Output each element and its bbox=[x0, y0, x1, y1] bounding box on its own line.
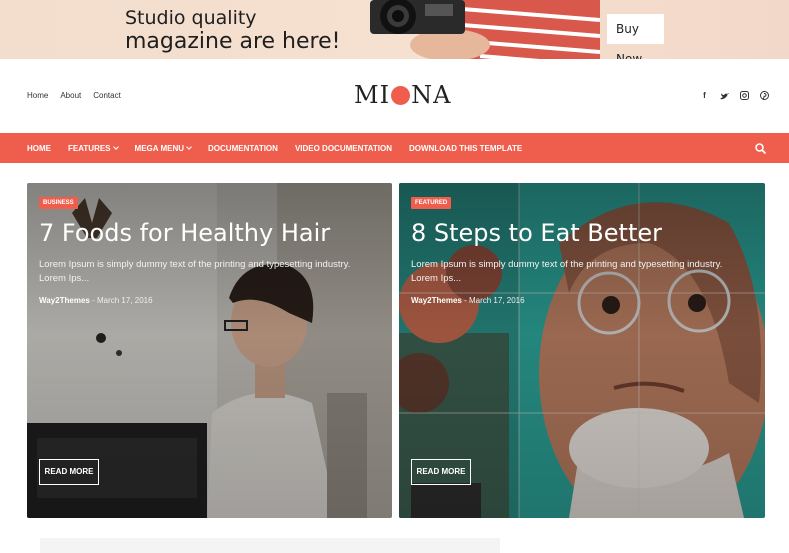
banner-camera-photo bbox=[370, 0, 601, 59]
banner-headline: Studio quality magazine are here! bbox=[125, 6, 340, 54]
main-nav: HOME FEATURES MEGA MENU DOCUMENTATION VI… bbox=[0, 133, 789, 163]
post-excerpt: Lorem Ipsum is simply dummy text of the … bbox=[411, 259, 723, 284]
site-header: Home About Contact MI NA f bbox=[0, 59, 789, 133]
post-title[interactable]: 7 Foods for Healthy Hair bbox=[39, 219, 330, 247]
chevron-down-icon bbox=[186, 143, 192, 150]
nav-item-features[interactable]: FEATURES bbox=[68, 143, 119, 153]
nav-label: DOCUMENTATION bbox=[208, 143, 278, 153]
nav-items: HOME FEATURES MEGA MENU DOCUMENTATION VI… bbox=[27, 133, 539, 163]
pinterest-icon[interactable] bbox=[760, 91, 769, 100]
banner-line-1: Studio quality bbox=[125, 7, 257, 29]
category-badge[interactable]: BUSINESS bbox=[39, 197, 78, 209]
banner-line-2: magazine are here! bbox=[125, 29, 341, 54]
post-meta: Way2Themes - March 17, 2016 bbox=[39, 296, 153, 305]
read-more-button[interactable]: READ MORE bbox=[411, 459, 471, 485]
site-logo[interactable]: MI NA bbox=[354, 81, 451, 109]
post-date: - March 17, 2016 bbox=[464, 296, 525, 305]
post-author[interactable]: Way2Themes bbox=[411, 296, 462, 305]
post-excerpt: Lorem Ipsum is simply dummy text of the … bbox=[39, 259, 351, 284]
search-icon[interactable] bbox=[755, 143, 766, 154]
nav-item-video-documentation[interactable]: VIDEO DOCUMENTATION bbox=[295, 144, 392, 153]
category-badge[interactable]: FEATURED bbox=[411, 197, 452, 209]
post-date: - March 17, 2016 bbox=[92, 296, 153, 305]
top-link-contact[interactable]: Contact bbox=[93, 91, 121, 100]
chevron-down-icon bbox=[112, 143, 119, 150]
logo-dot-icon bbox=[391, 85, 411, 105]
top-link-home[interactable]: Home bbox=[27, 91, 48, 100]
read-more-button[interactable]: READ MORE bbox=[39, 459, 99, 485]
nav-label: VIDEO DOCUMENTATION bbox=[294, 143, 392, 153]
buy-now-button[interactable]: Buy Now bbox=[607, 14, 664, 59]
logo-text-left: MI bbox=[354, 81, 391, 109]
twitter-icon[interactable] bbox=[720, 91, 729, 100]
nav-item-mega-menu[interactable]: MEGA MENU bbox=[134, 143, 192, 153]
nav-label: MEGA MENU bbox=[134, 143, 185, 153]
nav-item-home[interactable]: HOME bbox=[27, 144, 51, 153]
top-ad-banner[interactable]: Studio quality magazine are here! Buy No… bbox=[0, 0, 789, 59]
post-author[interactable]: Way2Themes bbox=[39, 296, 90, 305]
nav-item-download-template[interactable]: DOWNLOAD THIS TEMPLATE bbox=[409, 144, 522, 153]
featured-post-card[interactable]: FEATURED 8 Steps to Eat Better Lorem Ips… bbox=[399, 183, 765, 518]
top-links: Home About Contact bbox=[27, 91, 121, 100]
logo-text-right: NA bbox=[411, 81, 452, 109]
content-box-edge bbox=[40, 538, 500, 553]
nav-item-documentation[interactable]: DOCUMENTATION bbox=[208, 144, 278, 153]
post-title[interactable]: 8 Steps to Eat Better bbox=[411, 219, 662, 247]
instagram-icon[interactable] bbox=[740, 91, 749, 100]
featured-post-card[interactable]: BUSINESS 7 Foods for Healthy Hair Lorem … bbox=[27, 183, 392, 518]
social-links: f bbox=[700, 91, 769, 100]
facebook-icon[interactable]: f bbox=[700, 91, 709, 100]
top-link-about[interactable]: About bbox=[60, 91, 81, 100]
nav-label: HOME bbox=[27, 143, 51, 153]
post-meta: Way2Themes - March 17, 2016 bbox=[411, 296, 525, 305]
nav-label: FEATURES bbox=[68, 143, 111, 153]
nav-label: DOWNLOAD THIS TEMPLATE bbox=[408, 143, 523, 153]
